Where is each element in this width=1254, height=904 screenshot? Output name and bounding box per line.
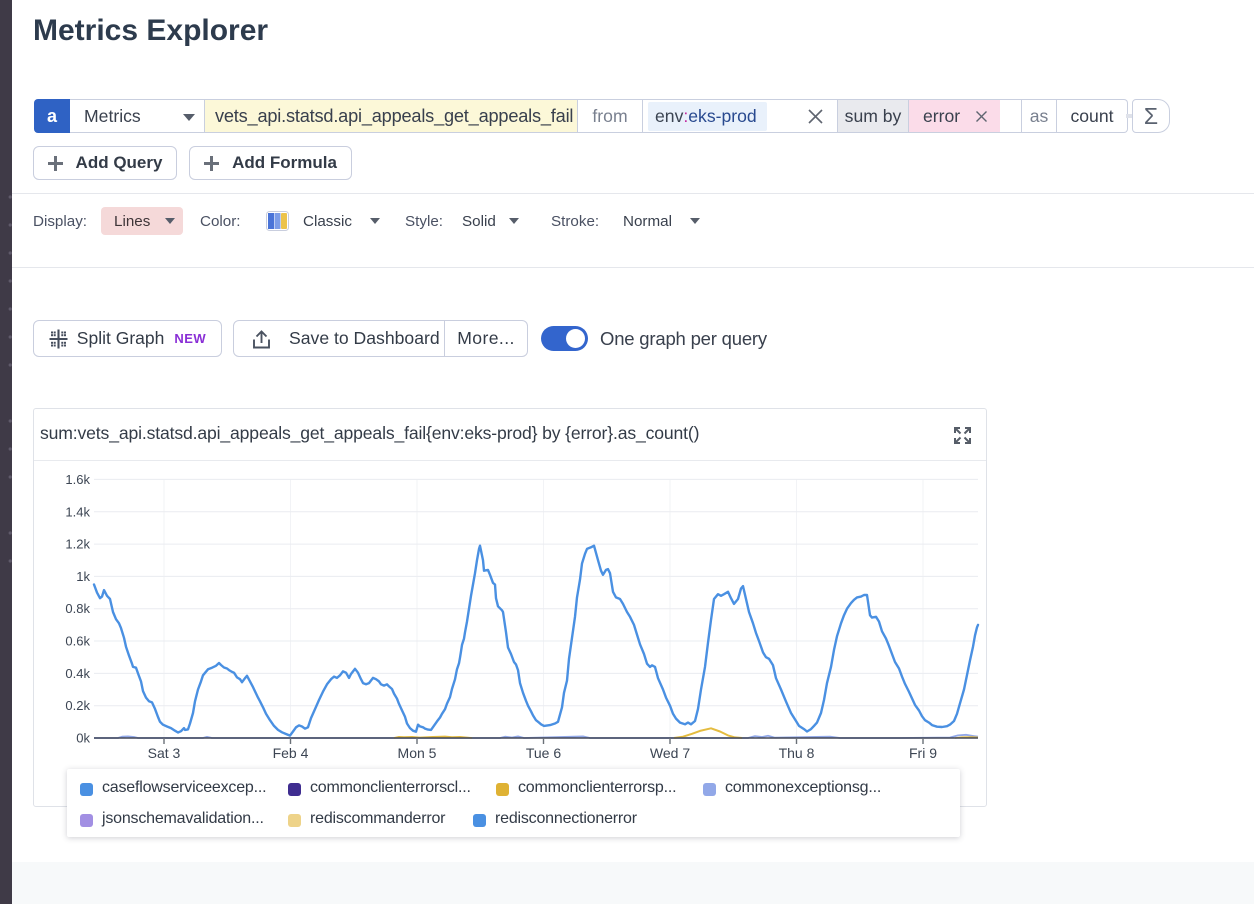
- svg-text:0.2k: 0.2k: [65, 698, 90, 713]
- svg-text:0.8k: 0.8k: [65, 601, 90, 616]
- svg-text:Mon 5: Mon 5: [398, 745, 437, 761]
- svg-text:Fri 9: Fri 9: [909, 745, 937, 761]
- svg-text:1k: 1k: [76, 569, 90, 584]
- svg-text:Thu 8: Thu 8: [779, 745, 815, 761]
- svg-text:Tue 6: Tue 6: [526, 745, 561, 761]
- svg-text:0.4k: 0.4k: [65, 666, 90, 681]
- svg-text:Wed 7: Wed 7: [650, 745, 690, 761]
- svg-text:1.4k: 1.4k: [65, 504, 90, 519]
- svg-text:0k: 0k: [76, 731, 90, 746]
- svg-text:1.2k: 1.2k: [65, 537, 90, 552]
- svg-text:0.6k: 0.6k: [65, 634, 90, 649]
- svg-text:Sat 3: Sat 3: [148, 745, 181, 761]
- svg-text:1.6k: 1.6k: [65, 472, 90, 487]
- svg-text:Feb 4: Feb 4: [273, 745, 309, 761]
